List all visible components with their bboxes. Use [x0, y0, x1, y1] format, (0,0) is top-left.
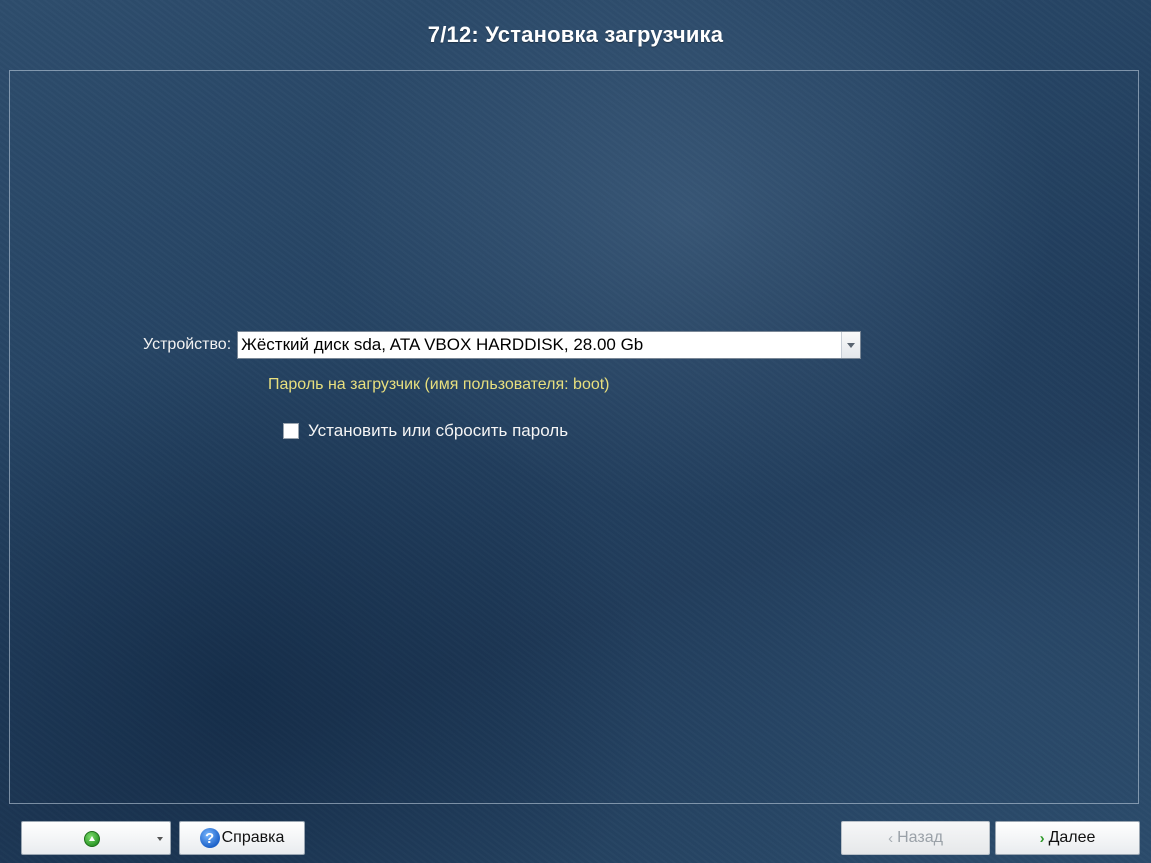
- help-button[interactable]: ? Справка: [179, 821, 305, 855]
- green-up-arrow-icon: [84, 831, 100, 847]
- set-password-option[interactable]: Установить или сбросить пароль: [283, 421, 568, 441]
- menu-arrow-icon: [157, 837, 163, 841]
- content-panel: [9, 70, 1139, 804]
- back-button-label: Назад: [897, 829, 943, 846]
- help-button-label: Справка: [221, 829, 285, 846]
- device-select[interactable]: Жёсткий диск sda, ATA VBOX HARDDISK, 28.…: [237, 331, 862, 359]
- chevron-left-icon: ‹: [888, 829, 894, 847]
- page-title: 7/12: Установка загрузчика: [427, 22, 724, 47]
- actions-menu-button[interactable]: [21, 821, 171, 855]
- set-password-checkbox[interactable]: [283, 423, 299, 439]
- device-row: Устройство: Жёсткий диск sda, ATA VBOX H…: [143, 330, 862, 360]
- help-question-icon: ?: [199, 828, 220, 848]
- device-select-value: Жёсткий диск sda, ATA VBOX HARDDISK, 28.…: [241, 335, 644, 354]
- chevron-right-icon: ›: [1039, 829, 1045, 847]
- next-button-label: Далее: [1048, 829, 1096, 846]
- next-button[interactable]: › Далее: [995, 821, 1140, 855]
- chevron-down-icon: [847, 342, 856, 348]
- password-hint: Пароль на загрузчик (имя пользователя: b…: [268, 376, 610, 393]
- installer-window: 7/12: Установка загрузчика Устройство: Ж…: [0, 0, 1151, 863]
- dropdown-toggle[interactable]: [841, 332, 861, 358]
- back-button[interactable]: ‹ Назад: [841, 821, 990, 855]
- set-password-label: Установить или сбросить пароль: [308, 421, 569, 440]
- device-label: Устройство:: [143, 336, 232, 353]
